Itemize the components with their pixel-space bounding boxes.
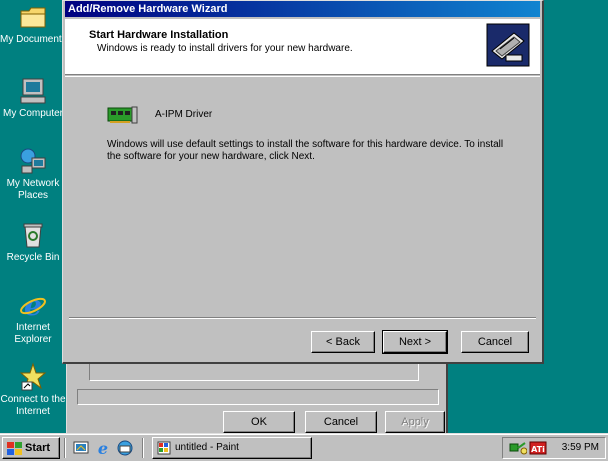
back-button[interactable]: < Back [311,331,375,353]
network-tray-icon[interactable] [509,440,527,456]
svg-text:e: e [24,290,42,320]
header-subtitle: Windows is ready to install drivers for … [97,43,353,54]
windows-logo-icon [7,442,22,455]
outlook-express-icon[interactable] [116,439,134,457]
folder-icon [20,7,46,28]
network-icon [20,148,46,174]
desktop-icon-label: Recycle Bin [6,252,60,263]
desktop-icon-label: Internet Explorer [14,322,52,345]
desktop-icon-recycle-bin[interactable]: Recycle Bin [0,220,66,264]
taskbar: Start e untitled - Paint ATi 3:59 PM [0,433,608,461]
desktop-icon-connect[interactable]: Connect to the Internet [0,362,66,418]
desktop-icon-label: Connect to the Internet [0,394,66,417]
button-divider [69,317,536,319]
task-label: untitled - Paint [175,442,239,453]
hardware-card-icon [486,23,530,67]
ie-quicklaunch-icon[interactable]: e [94,439,112,457]
device-name: A-IPM Driver [155,109,213,120]
header-title: Start Hardware Installation [89,29,229,41]
taskbar-separator [64,438,66,458]
desktop-icon-internet-explorer[interactable]: e Internet Explorer [0,290,66,346]
next-button[interactable]: Next > [382,330,448,354]
computer-icon [20,78,46,104]
title-bar[interactable]: Add/Remove Hardware Wizard [65,1,540,17]
show-desktop-icon[interactable] [72,439,90,457]
desktop-icon-label: My Computer [2,108,63,119]
header-divider [65,76,540,77]
recycle-bin-icon [23,223,43,248]
ok-button[interactable]: OK [223,411,295,433]
ati-tray-icon[interactable]: ATi [529,440,547,456]
apply-button: Apply [385,411,445,433]
device-card-icon [107,106,138,124]
ie-icon: e [20,290,46,320]
connect-icon [19,362,47,391]
system-tray: ATi 3:59 PM [502,437,606,459]
desktop-icon-label: My Documents [0,34,66,45]
cancel-button[interactable]: Cancel [461,331,529,353]
desktop-icon-my-documents[interactable]: My Documents [0,2,66,46]
cancel-button[interactable]: Cancel [305,411,377,433]
hardware-wizard-window: Add/Remove Hardware Wizard Start Hardwar… [62,0,544,364]
start-label: Start [25,442,51,454]
dialog-frame [77,389,439,405]
svg-text:ATi: ATi [531,445,545,454]
desktop-icon-my-computer[interactable]: My Computer [0,76,66,120]
paint-icon [157,441,171,455]
wizard-header: Start Hardware Installation Windows is r… [65,19,540,75]
desktop-icon-my-network-places[interactable]: My Network Places [0,146,66,202]
taskbar-separator [142,438,144,458]
taskbar-button-paint[interactable]: untitled - Paint [152,437,312,459]
instruction-text: Windows will use default settings to ins… [107,139,504,162]
desktop-icon-label: My Network Places [6,178,60,201]
clock: 3:59 PM [561,442,599,453]
start-button[interactable]: Start [2,437,60,459]
svg-text:e: e [98,439,108,457]
